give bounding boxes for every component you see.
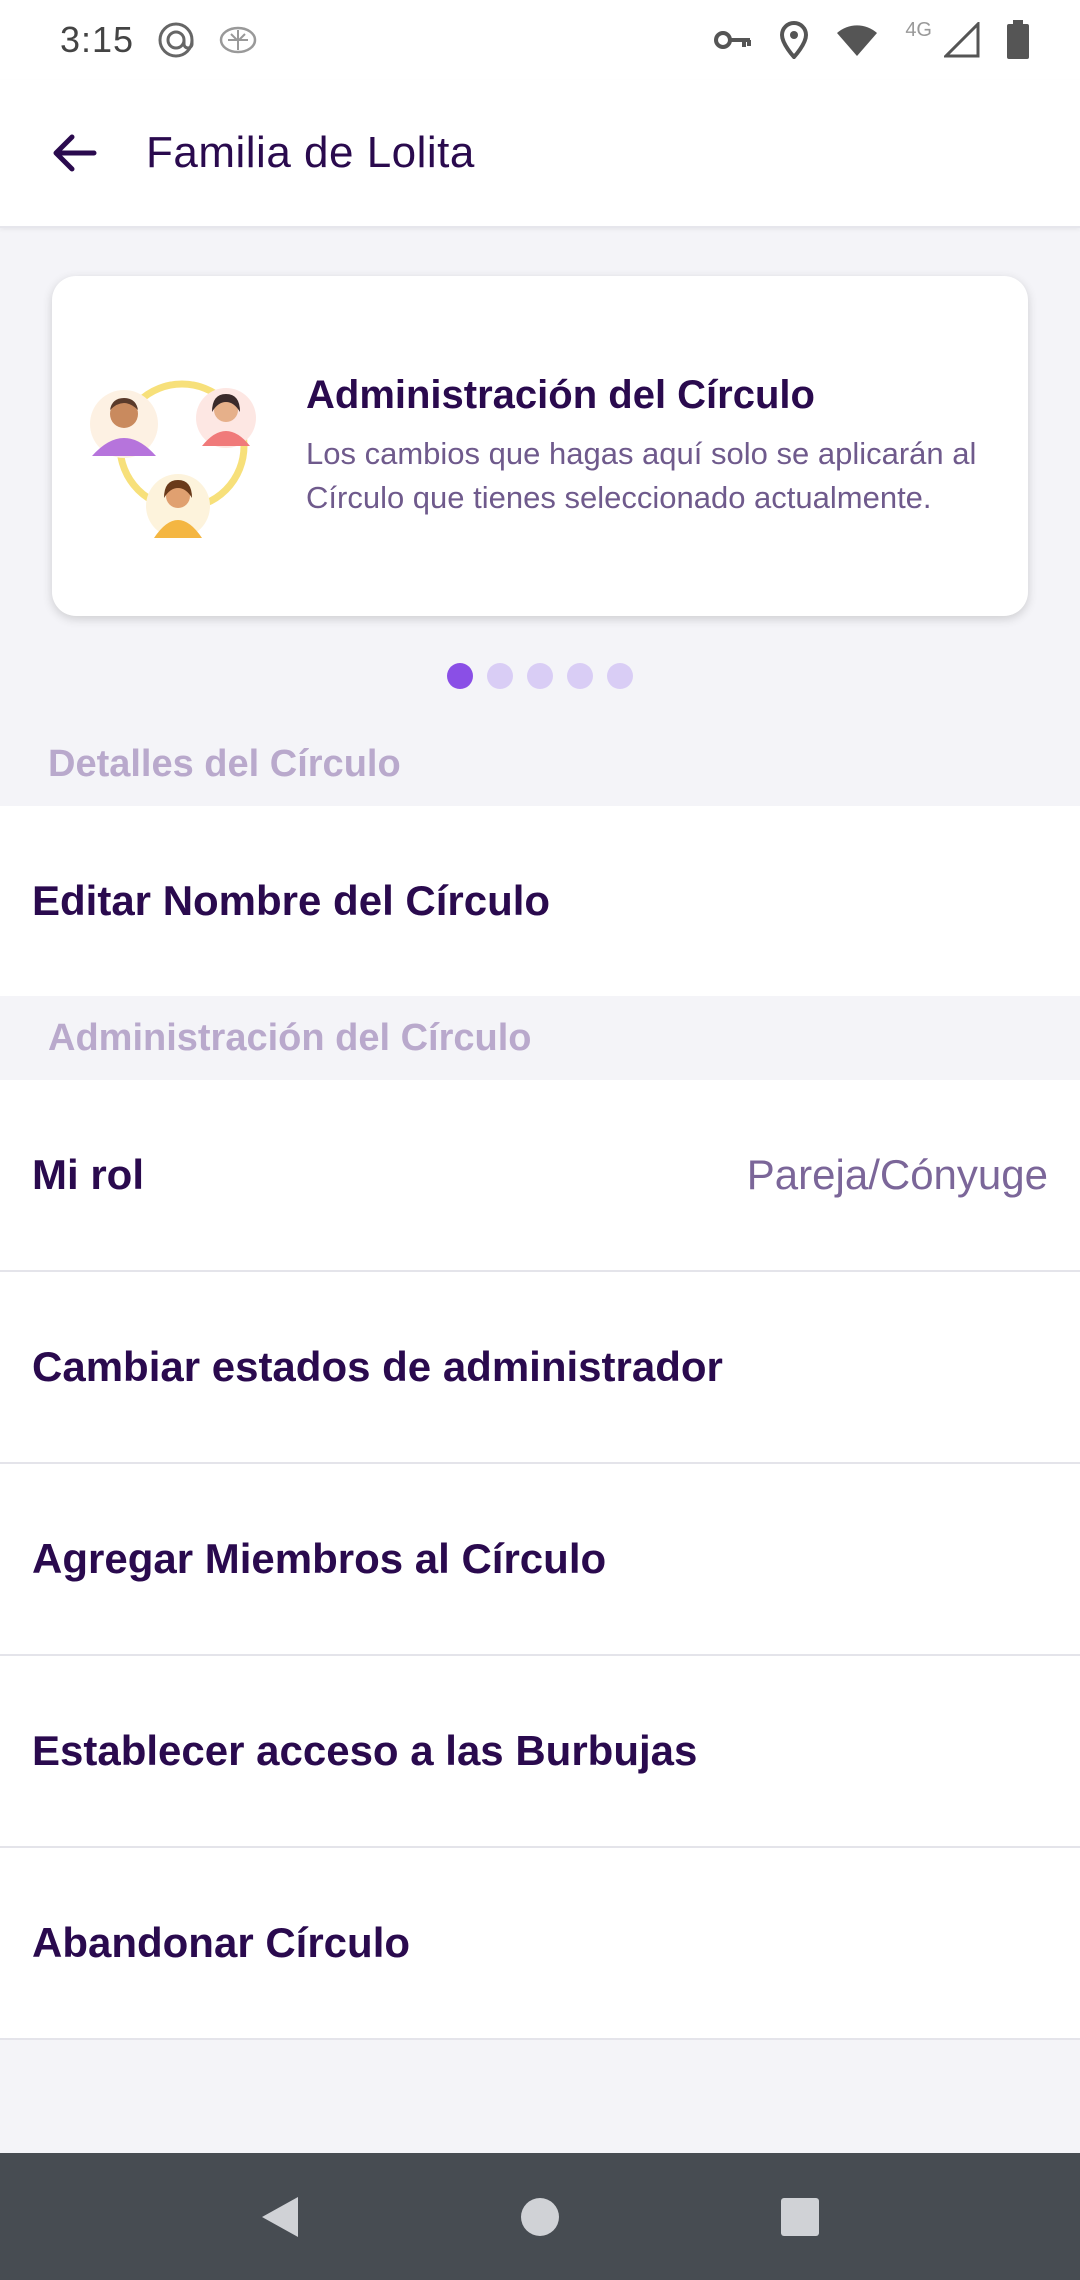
nav-home-button[interactable]	[490, 2167, 590, 2267]
circle-home-icon	[521, 2197, 559, 2236]
add-circle-members-row[interactable]: Agregar Miembros al Círculo	[0, 1464, 1080, 1656]
page-dot-5[interactable]	[607, 663, 633, 689]
triangle-back-icon	[262, 2196, 298, 2237]
vpn-key-icon	[713, 25, 753, 55]
wifi-icon	[835, 23, 879, 57]
row-label: Establecer acceso a las Burbujas	[32, 1727, 698, 1774]
network-type-label: 4G	[905, 18, 932, 41]
page-dot-1[interactable]	[447, 663, 473, 689]
card-text: Administración del Círculo Los cambios q…	[306, 373, 1028, 520]
brain-icon	[218, 23, 258, 57]
app-bar: Familia de Lolita	[0, 80, 1080, 228]
section-header-details: Detalles del Círculo	[0, 722, 1080, 806]
status-right: 4G	[713, 18, 1030, 60]
row-label: Editar Nombre del Círculo	[32, 877, 551, 924]
circle-members-illustration	[90, 380, 256, 538]
circle-admin-info-card[interactable]: Administración del Círculo Los cambios q…	[52, 276, 1028, 616]
status-left: 3:15	[60, 19, 258, 61]
page-dot-4[interactable]	[567, 663, 593, 689]
at-sign-icon	[156, 20, 196, 60]
system-navigation-bar	[0, 2153, 1080, 2280]
back-button[interactable]	[24, 103, 124, 203]
battery-icon	[1006, 20, 1030, 60]
edit-circle-name-row[interactable]: Editar Nombre del Círculo	[0, 806, 1080, 996]
card-description: Los cambios que hagas aquí solo se aplic…	[306, 435, 977, 515]
square-recents-icon	[781, 2197, 819, 2236]
arrow-left-icon	[53, 134, 97, 172]
leave-circle-row[interactable]: Abandonar Círculo	[0, 1848, 1080, 2040]
page-dot-3[interactable]	[527, 663, 553, 689]
page-dot-2[interactable]	[487, 663, 513, 689]
row-label: Mi rol	[32, 1151, 144, 1198]
location-pin-icon	[779, 21, 809, 59]
row-label: Cambiar estados de administrador	[32, 1343, 723, 1390]
carousel-page-indicator	[0, 663, 1080, 689]
row-label: Abandonar Círculo	[32, 1919, 411, 1966]
status-time: 3:15	[60, 19, 135, 60]
status-bar: 3:15 4G	[0, 0, 1080, 80]
cell-signal-icon	[944, 22, 980, 58]
bubbles-access-row[interactable]: Establecer acceso a las Burbujas	[0, 1656, 1080, 1848]
change-admin-status-row[interactable]: Cambiar estados de administrador	[0, 1272, 1080, 1464]
my-role-value: Pareja/Cónyuge	[746, 1151, 1048, 1198]
section-header-admin: Administración del Círculo	[0, 996, 1080, 1080]
page-title: Familia de Lolita	[146, 128, 475, 177]
row-label: Agregar Miembros al Círculo	[32, 1535, 607, 1582]
card-title: Administración del Círculo	[306, 372, 815, 417]
nav-recents-button[interactable]	[750, 2167, 850, 2267]
nav-back-button[interactable]	[230, 2167, 330, 2267]
my-role-row[interactable]: Mi rol Pareja/Cónyuge	[0, 1080, 1080, 1272]
